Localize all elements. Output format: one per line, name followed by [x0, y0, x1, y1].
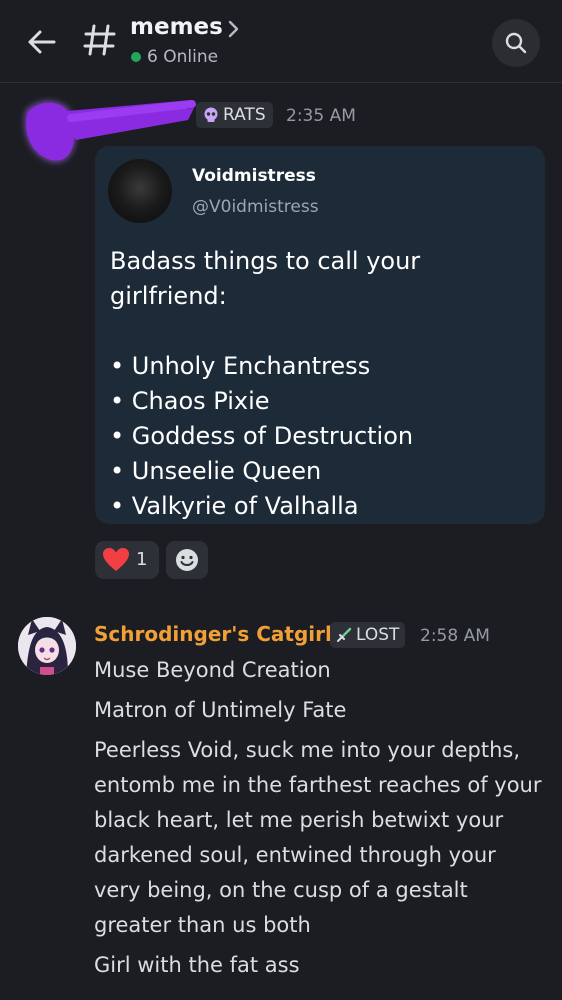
message-timestamp: 2:35 AM — [286, 106, 356, 126]
search-icon — [505, 32, 527, 54]
tweet-embed[interactable]: Voidmistress @V0idmistress Badass things… — [95, 146, 545, 524]
message-line: Girl with the fat ass — [94, 953, 300, 977]
role-label: RATS — [223, 105, 266, 125]
smiley-icon — [176, 549, 198, 571]
list-item: Chaos Pixie — [110, 384, 530, 419]
author-name[interactable]: Schrodinger's Catgirl — [94, 622, 332, 646]
embed-intro: Badass things to call your girlfriend: — [110, 247, 421, 310]
list-item: Valkyrie of Valhalla — [110, 489, 530, 524]
search-button[interactable] — [492, 19, 540, 67]
hashtag-icon — [83, 24, 116, 56]
role-badge-lost[interactable]: LOST — [330, 622, 406, 648]
list-item: Unseelie Queen — [110, 454, 530, 489]
message-line: Peerless Void, suck me into your depths,… — [94, 738, 542, 937]
online-status-dot — [131, 52, 141, 62]
embed-handle: @V0idmistress — [192, 197, 319, 217]
reaction-count: 1 — [136, 549, 148, 570]
message-timestamp: 2:58 AM — [420, 626, 490, 646]
embed-body: Badass things to call your girlfriend: U… — [110, 244, 530, 524]
sword-icon — [337, 627, 352, 642]
catgirl-avatar-image — [18, 617, 76, 675]
embed-list: Unholy Enchantress Chaos Pixie Goddess o… — [110, 349, 530, 524]
role-label: LOST — [356, 625, 400, 645]
add-reaction-button[interactable] — [166, 541, 208, 579]
list-item: Goddess of Destruction — [110, 419, 530, 454]
message-line: Muse Beyond Creation — [94, 658, 331, 682]
online-count: 6 Online — [147, 47, 219, 67]
channel-header: memes 6 Online — [0, 0, 562, 83]
author-avatar[interactable] — [18, 617, 76, 675]
embed-avatar — [108, 159, 172, 223]
back-arrow-icon[interactable] — [24, 24, 60, 60]
heart-reaction[interactable]: 1 — [95, 541, 159, 579]
role-badge-rats[interactable]: RATS — [196, 102, 273, 128]
list-item: Unholy Enchantress — [110, 349, 530, 384]
message-line: Matron of Untimely Fate — [94, 698, 347, 722]
message-content: Muse Beyond Creation Matron of Untimely … — [94, 653, 544, 988]
skull-icon — [204, 107, 218, 122]
heart-icon — [103, 548, 129, 571]
chevron-right-icon[interactable] — [226, 18, 242, 40]
embed-display-name: Voidmistress — [192, 166, 316, 186]
channel-name[interactable]: memes — [130, 14, 223, 40]
